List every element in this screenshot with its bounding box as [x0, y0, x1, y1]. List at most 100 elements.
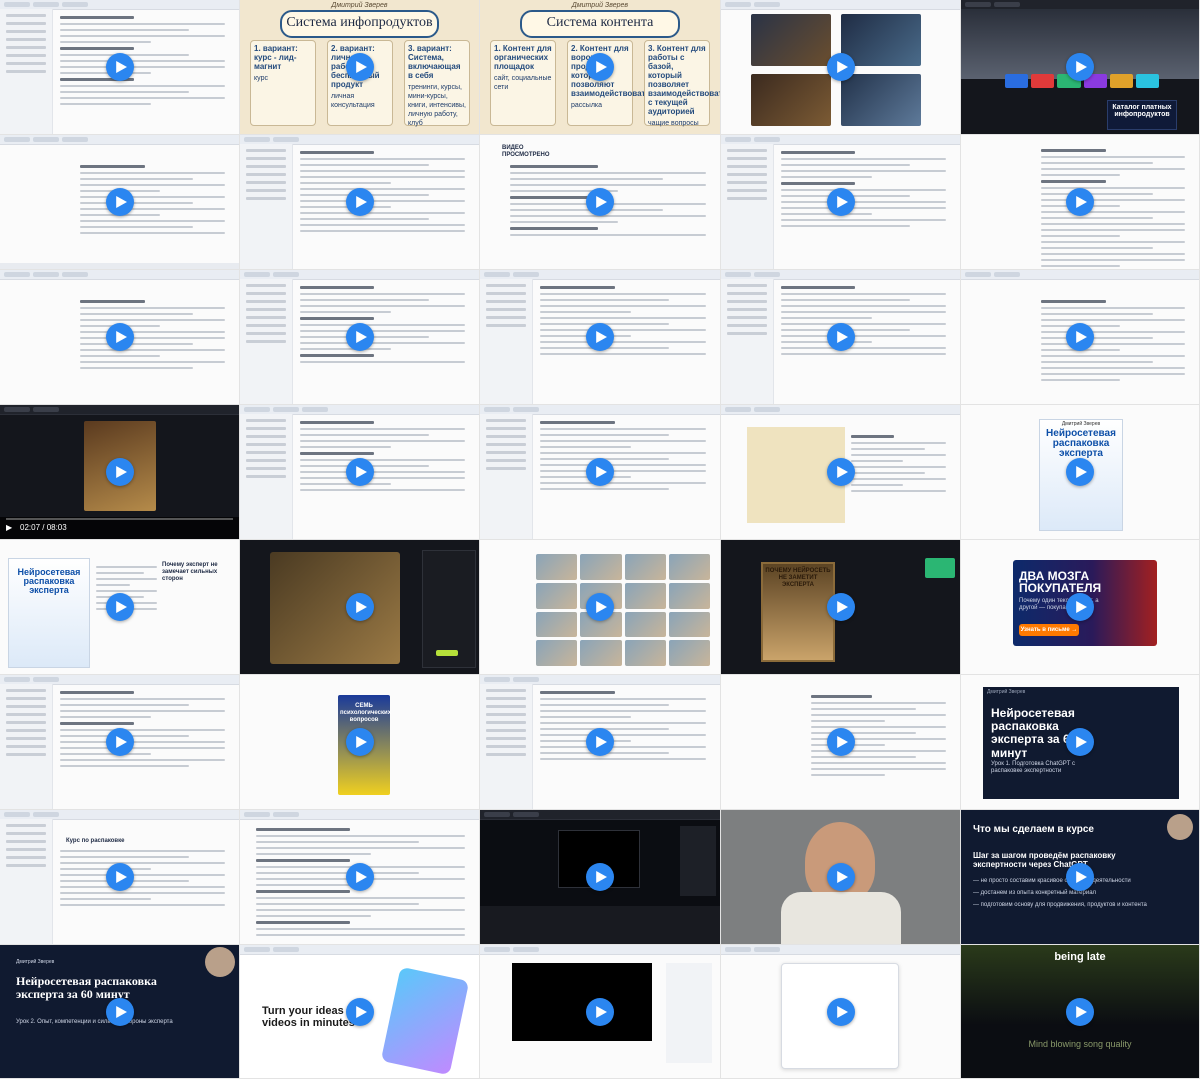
video-tile-21[interactable]: Нейросетевая распаковка эксперта Почему …: [0, 540, 240, 675]
play-icon[interactable]: [1066, 997, 1094, 1026]
play-icon[interactable]: [1066, 728, 1094, 756]
play-icon[interactable]: [345, 593, 374, 621]
video-tile-24[interactable]: ПОЧЕМУ НЕЙРОСЕТЬ НЕ ЗАМЕТИТ ЭКСПЕРТА: [721, 540, 961, 675]
cover-title: Нейросетевая распаковка эксперта: [1046, 428, 1116, 459]
video-tile-23[interactable]: [480, 540, 721, 675]
play-icon[interactable]: [586, 997, 614, 1026]
video-tile-11[interactable]: [0, 270, 240, 405]
video-tile-20[interactable]: Дмитрий Зверев Нейросетевая распаковка э…: [961, 405, 1200, 540]
video-controls[interactable]: ▶ 02:07 / 08:03: [0, 517, 239, 539]
video-tile-5[interactable]: Каталог платных инфопродуктов: [961, 0, 1200, 135]
video-tile-39[interactable]: [721, 945, 961, 1079]
play-icon[interactable]: [826, 458, 855, 486]
video-tile-38[interactable]: [480, 945, 721, 1079]
video-tile-8[interactable]: ВИДЕО ПРОСМОТРЕНО: [480, 135, 721, 270]
play-icon[interactable]: [1066, 188, 1094, 216]
video-tile-6[interactable]: [0, 135, 240, 270]
play-icon[interactable]: [586, 863, 614, 891]
play-icon[interactable]: [345, 728, 374, 756]
author-name: Дмитрий Зверев: [331, 2, 388, 9]
video-tile-37[interactable]: Turn your ideas into videos in minutes: [240, 945, 480, 1079]
play-icon[interactable]: [345, 997, 374, 1026]
video-tile-25[interactable]: ДВА МОЗГА ПОКУПАТЕЛЯ Почему один текст ч…: [961, 540, 1200, 675]
video-tile-17[interactable]: [240, 405, 480, 540]
play-icon[interactable]: [345, 53, 374, 81]
video-tile-28[interactable]: [480, 675, 721, 810]
play-icon[interactable]: [105, 863, 134, 891]
slide-author: Дмитрий Зверев: [16, 959, 55, 965]
play-icon[interactable]: [586, 323, 614, 351]
catalog-caption: Каталог платных инфопродуктов: [1107, 100, 1177, 130]
promo-cta-button[interactable]: Узнать в письме →: [1019, 624, 1079, 636]
page-heading: Курс по распаковке: [66, 838, 125, 844]
play-icon[interactable]: [826, 188, 855, 216]
play-icon[interactable]: [345, 323, 374, 351]
video-tile-35[interactable]: Что мы сделаем в курсе Шаг за шагом пров…: [961, 810, 1200, 945]
play-icon[interactable]: [105, 728, 134, 756]
video-tile-3[interactable]: Дмитрий Зверев Система контента 1. Конте…: [480, 0, 721, 135]
video-tile-33[interactable]: [480, 810, 721, 945]
video-tile-1[interactable]: [0, 0, 240, 135]
play-icon[interactable]: [345, 188, 374, 216]
book-headline: СЕМЬ психологических вопросов: [340, 703, 392, 723]
play-icon[interactable]: [105, 458, 134, 486]
play-icon[interactable]: [586, 53, 614, 81]
video-tile-2[interactable]: Дмитрий Зверев Система инфопродуктов 1. …: [240, 0, 480, 135]
video-tile-34[interactable]: [721, 810, 961, 945]
play-icon[interactable]: [345, 863, 374, 891]
video-tile-4[interactable]: [721, 0, 961, 135]
play-icon[interactable]: [826, 593, 855, 621]
play-icon[interactable]: [1066, 863, 1094, 891]
play-icon[interactable]: [826, 728, 855, 756]
video-tile-14[interactable]: [721, 270, 961, 405]
play-icon[interactable]: [1066, 593, 1094, 621]
video-tile-10[interactable]: [961, 135, 1200, 270]
video-tile-32[interactable]: [240, 810, 480, 945]
play-icon[interactable]: [1066, 53, 1094, 81]
play-icon[interactable]: [826, 323, 855, 351]
play-icon[interactable]: [826, 997, 855, 1026]
video-tile-29[interactable]: [721, 675, 961, 810]
play-icon[interactable]: [345, 458, 374, 486]
video-tile-12[interactable]: [240, 270, 480, 405]
play-icon[interactable]: [105, 53, 134, 81]
video-tile-19[interactable]: [721, 405, 961, 540]
play-icon[interactable]: [105, 323, 134, 351]
video-tile-15[interactable]: [961, 270, 1200, 405]
promo-headline: ДВА МОЗГА ПОКУПАТЕЛЯ: [1019, 569, 1102, 595]
slide-point-1: — не просто составим красивое описание д…: [973, 878, 1131, 884]
play-icon[interactable]: [826, 863, 855, 891]
video-tile-22[interactable]: [240, 540, 480, 675]
slide-title: Нейросетевая распаковка эксперта за 60 м…: [16, 974, 157, 1002]
play-icon[interactable]: [105, 188, 134, 216]
video-tile-36[interactable]: Дмитрий Зверев Нейросетевая распаковка э…: [0, 945, 240, 1079]
watched-logo: ВИДЕО ПРОСМОТРЕНО: [502, 145, 550, 158]
video-tile-31[interactable]: Курс по распаковке: [0, 810, 240, 945]
author-name: Дмитрий Зверев: [571, 2, 629, 9]
play-icon[interactable]: [105, 593, 134, 621]
video-tile-7[interactable]: [240, 135, 480, 270]
video-top-text: being late: [1054, 951, 1106, 963]
play-icon[interactable]: [586, 188, 614, 216]
video-tile-26[interactable]: [0, 675, 240, 810]
video-tile-40[interactable]: being late Mind blowing song quality: [961, 945, 1200, 1079]
slide-point-3: — подготовим основу для продвижения, про…: [973, 902, 1147, 908]
poster-headline: ПОЧЕМУ НЕЙРОСЕТЬ НЕ ЗАМЕТИТ ЭКСПЕРТА: [765, 568, 831, 588]
play-icon[interactable]: [586, 458, 614, 486]
video-tile-13[interactable]: [480, 270, 721, 405]
slide-column-3: 3. вариант: Система, включающая в себя тр…: [404, 40, 470, 127]
play-icon[interactable]: [1066, 458, 1094, 486]
slide-author: Дмитрий Зверев: [987, 689, 1026, 695]
play-icon[interactable]: [586, 593, 614, 621]
video-tile-30[interactable]: Дмитрий Зверев Нейросетевая распаковка э…: [961, 675, 1200, 810]
video-tile-9[interactable]: [721, 135, 961, 270]
video-tile-27[interactable]: СЕМЬ психологических вопросов: [240, 675, 480, 810]
play-icon[interactable]: [1066, 323, 1094, 351]
avatar: [1167, 814, 1193, 840]
play-icon[interactable]: [586, 728, 614, 756]
play-icon[interactable]: [826, 53, 855, 81]
video-tile-18[interactable]: [480, 405, 721, 540]
play-icon[interactable]: [105, 997, 134, 1026]
video-tile-16[interactable]: ▶ 02:07 / 08:03: [0, 405, 240, 540]
play-control-icon[interactable]: ▶: [6, 523, 12, 532]
